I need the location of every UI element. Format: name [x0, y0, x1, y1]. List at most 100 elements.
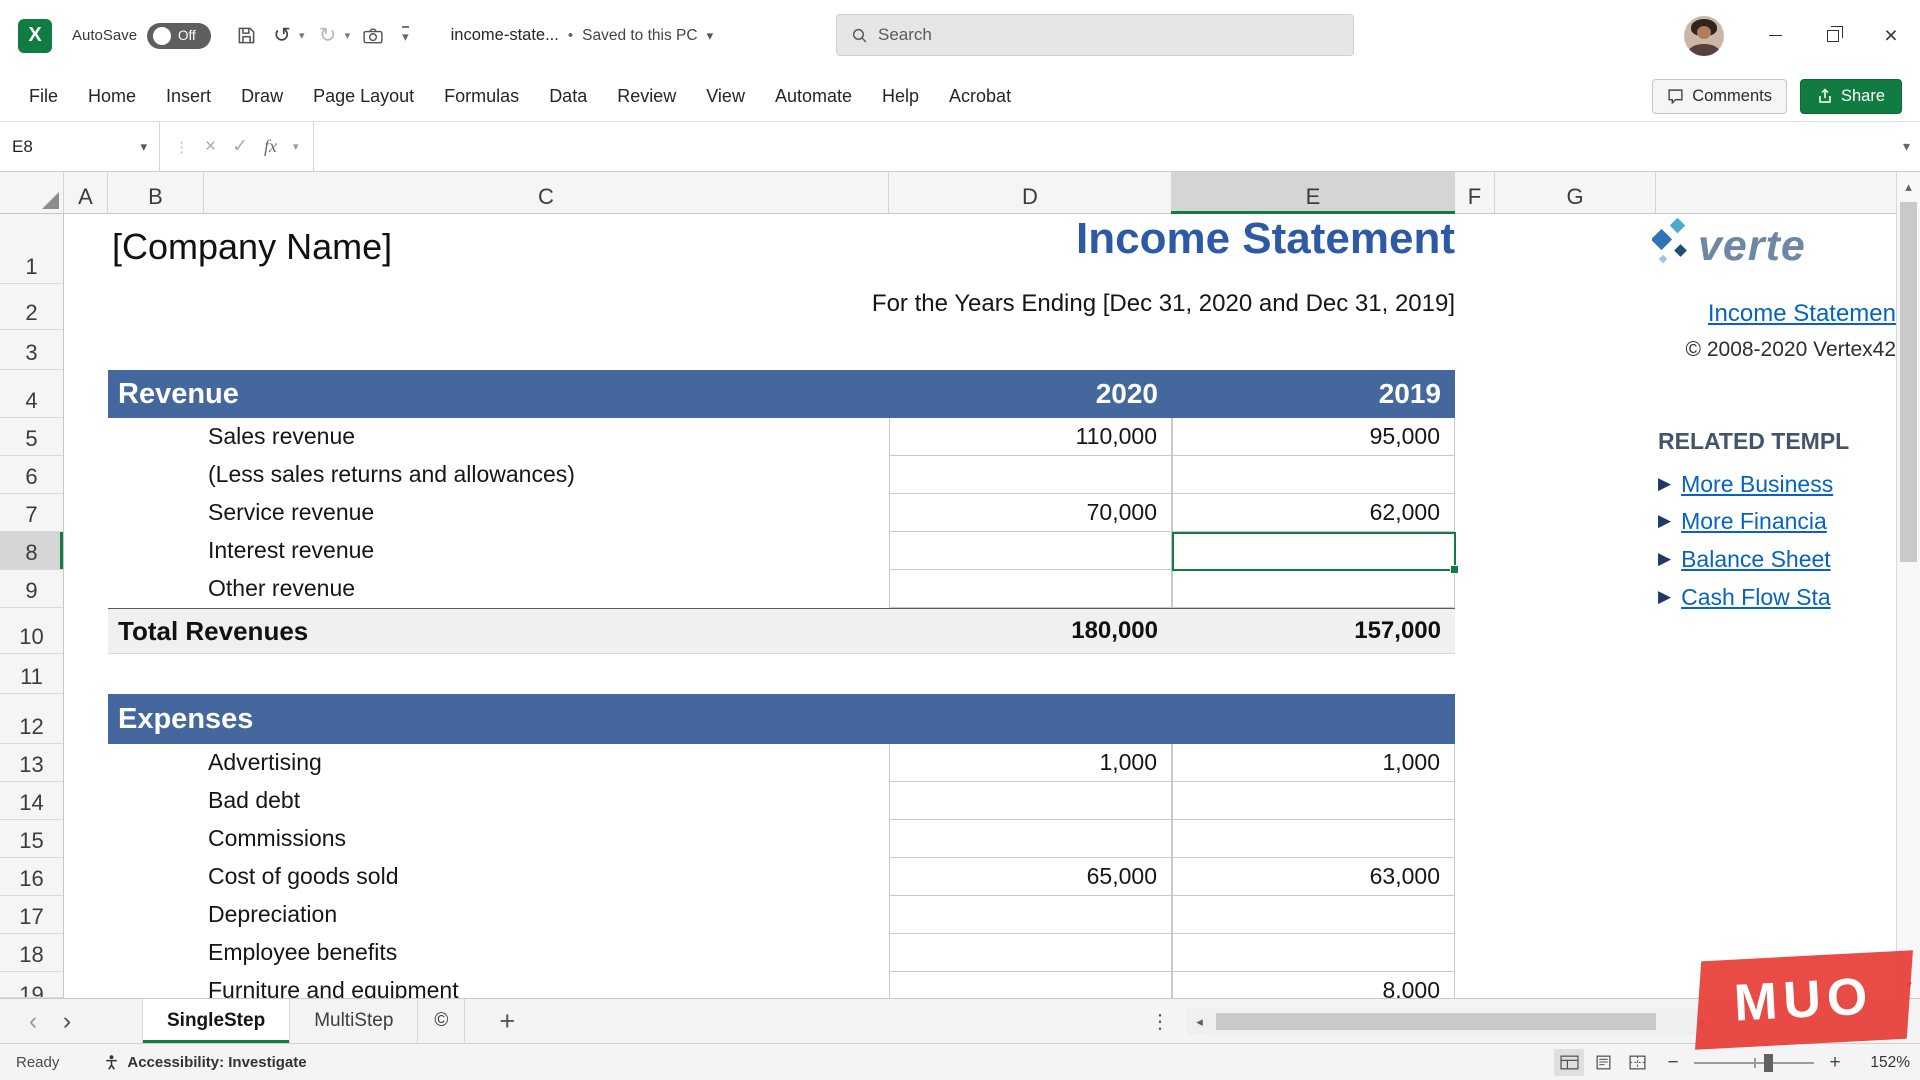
cell-e5[interactable]: 95,000	[1172, 418, 1455, 456]
row-label-cell[interactable]: Furniture and equipment	[108, 972, 889, 998]
page-layout-view-button[interactable]	[1588, 1049, 1618, 1076]
ribbon-tab-file[interactable]: File	[14, 71, 73, 122]
horizontal-scroll-track[interactable]	[1212, 1008, 1690, 1035]
minimize-button[interactable]	[1746, 0, 1804, 71]
ribbon-tab-draw[interactable]: Draw	[226, 71, 298, 122]
share-button[interactable]: Share	[1800, 79, 1902, 114]
formula-input[interactable]	[314, 122, 1893, 171]
row-header-11[interactable]: 11	[0, 654, 63, 694]
cell-d9[interactable]	[889, 570, 1172, 608]
insert-function-button[interactable]: fx	[264, 136, 277, 157]
cancel-entry-button[interactable]: ×	[205, 136, 216, 158]
search-input[interactable]	[878, 25, 1339, 45]
cell-d5[interactable]: 110,000	[889, 418, 1172, 456]
redo-button[interactable]: ↻	[315, 23, 341, 49]
zoom-out-button[interactable]: −	[1664, 1052, 1682, 1074]
ribbon-tab-data[interactable]: Data	[534, 71, 602, 122]
fill-handle[interactable]	[1450, 565, 1459, 574]
cash-flow-link[interactable]: Cash Flow Sta	[1681, 584, 1831, 611]
column-header-f[interactable]: F	[1455, 172, 1495, 213]
cell-d7[interactable]: 70,000	[889, 494, 1172, 532]
cell-d14[interactable]	[889, 782, 1172, 820]
ribbon-tab-acrobat[interactable]: Acrobat	[934, 71, 1026, 122]
sheet-tab-singlestep-active[interactable]: SingleStep	[142, 999, 290, 1043]
cell-d15[interactable]	[889, 820, 1172, 858]
cell-e19[interactable]: 8,000	[1172, 972, 1455, 998]
row-label-cell[interactable]: Employee benefits	[108, 934, 889, 972]
ribbon-tab-automate[interactable]: Automate	[760, 71, 867, 122]
row-label-cell[interactable]: Cost of goods sold	[108, 858, 889, 896]
expand-formula-bar[interactable]: ▾	[1893, 122, 1920, 171]
row-header-6[interactable]: 6	[0, 456, 63, 494]
redo-dropdown[interactable]: ▾	[345, 29, 351, 42]
scroll-left-button[interactable]: ◂	[1187, 1008, 1212, 1035]
row-header-5[interactable]: 5	[0, 418, 63, 456]
row-header-16[interactable]: 16	[0, 858, 63, 896]
cell-e16[interactable]: 63,000	[1172, 858, 1455, 896]
row-label-cell[interactable]: Commissions	[108, 820, 889, 858]
row-header-1[interactable]: 1	[0, 214, 63, 284]
excel-app-icon[interactable]: X	[18, 19, 52, 53]
row-header-12[interactable]: 12	[0, 694, 63, 744]
ribbon-tab-home[interactable]: Home	[73, 71, 151, 122]
zoom-level[interactable]: 152%	[1856, 1054, 1910, 1072]
sheet-tab-multistep[interactable]: MultiStep	[290, 999, 418, 1043]
cell-e14[interactable]	[1172, 782, 1455, 820]
cell-d6[interactable]	[889, 456, 1172, 494]
enter-entry-button[interactable]: ✓	[232, 135, 248, 158]
ribbon-tab-help[interactable]: Help	[867, 71, 934, 122]
scroll-up-button[interactable]: ▴	[1897, 174, 1920, 200]
zoom-in-button[interactable]: +	[1826, 1052, 1844, 1074]
more-financial-link[interactable]: More Financia	[1681, 508, 1827, 535]
row-header-2[interactable]: 2	[0, 284, 63, 330]
row-header-9[interactable]: 9	[0, 570, 63, 608]
cell-e17[interactable]	[1172, 896, 1455, 934]
close-button[interactable]: ×	[1862, 0, 1920, 71]
balance-sheet-link[interactable]: Balance Sheet	[1681, 546, 1831, 573]
row-header-13[interactable]: 13	[0, 744, 63, 782]
cell-e7[interactable]: 62,000	[1172, 494, 1455, 532]
new-sheet-button[interactable]: +	[499, 999, 515, 1043]
save-button[interactable]	[233, 23, 259, 49]
camera-button[interactable]	[360, 23, 386, 49]
previous-sheet-button[interactable]: ‹	[16, 999, 50, 1043]
ribbon-tab-formulas[interactable]: Formulas	[429, 71, 534, 122]
row-header-3[interactable]: 3	[0, 330, 63, 370]
row-header-17[interactable]: 17	[0, 896, 63, 934]
row-label-cell[interactable]: Bad debt	[108, 782, 889, 820]
company-name-cell[interactable]: [Company Name]	[112, 226, 392, 268]
cell-d8[interactable]	[889, 532, 1172, 570]
total-revenues-2019[interactable]: 157,000	[1172, 609, 1455, 653]
more-business-link[interactable]: More Business	[1681, 471, 1833, 498]
undo-button[interactable]: ↺	[269, 23, 295, 49]
ribbon-tab-insert[interactable]: Insert	[151, 71, 226, 122]
row-label-cell[interactable]: Service revenue	[108, 494, 889, 532]
total-revenues-2020[interactable]: 180,000	[889, 609, 1172, 653]
normal-view-button[interactable]	[1554, 1049, 1584, 1076]
tab-bar-more-button[interactable]: ⋮	[1150, 999, 1170, 1044]
vertical-scrollbar[interactable]: ▴ ▾	[1896, 172, 1920, 998]
sheet-tab-copyright[interactable]: ©	[418, 999, 465, 1043]
cell-e15[interactable]	[1172, 820, 1455, 858]
horizontal-scroll-thumb[interactable]	[1216, 1013, 1656, 1030]
row-label-cell[interactable]: Interest revenue	[108, 532, 889, 570]
undo-dropdown[interactable]: ▾	[299, 29, 305, 42]
cell-d16[interactable]: 65,000	[889, 858, 1172, 896]
accessibility-status[interactable]: Accessibility: Investigate	[103, 1054, 306, 1071]
row-header-10[interactable]: 10	[0, 608, 63, 654]
row-header-19[interactable]: 19	[0, 972, 63, 998]
cell-d19[interactable]	[889, 972, 1172, 998]
row-header-14[interactable]: 14	[0, 782, 63, 820]
row-header-8-selected[interactable]: 8	[0, 532, 63, 570]
cell-d18[interactable]	[889, 934, 1172, 972]
row-header-4[interactable]: 4	[0, 370, 63, 418]
page-break-view-button[interactable]	[1622, 1049, 1652, 1076]
expenses-section-header[interactable]: Expenses	[108, 694, 1455, 744]
row-header-15[interactable]: 15	[0, 820, 63, 858]
autosave-toggle[interactable]: Off	[147, 23, 211, 49]
vertical-scroll-thumb[interactable]	[1900, 202, 1917, 562]
zoom-slider[interactable]	[1694, 1062, 1814, 1064]
document-filename[interactable]: income-state...	[451, 26, 559, 45]
saved-status-dropdown[interactable]: ▾	[707, 28, 714, 44]
comments-button[interactable]: Comments	[1652, 79, 1787, 114]
